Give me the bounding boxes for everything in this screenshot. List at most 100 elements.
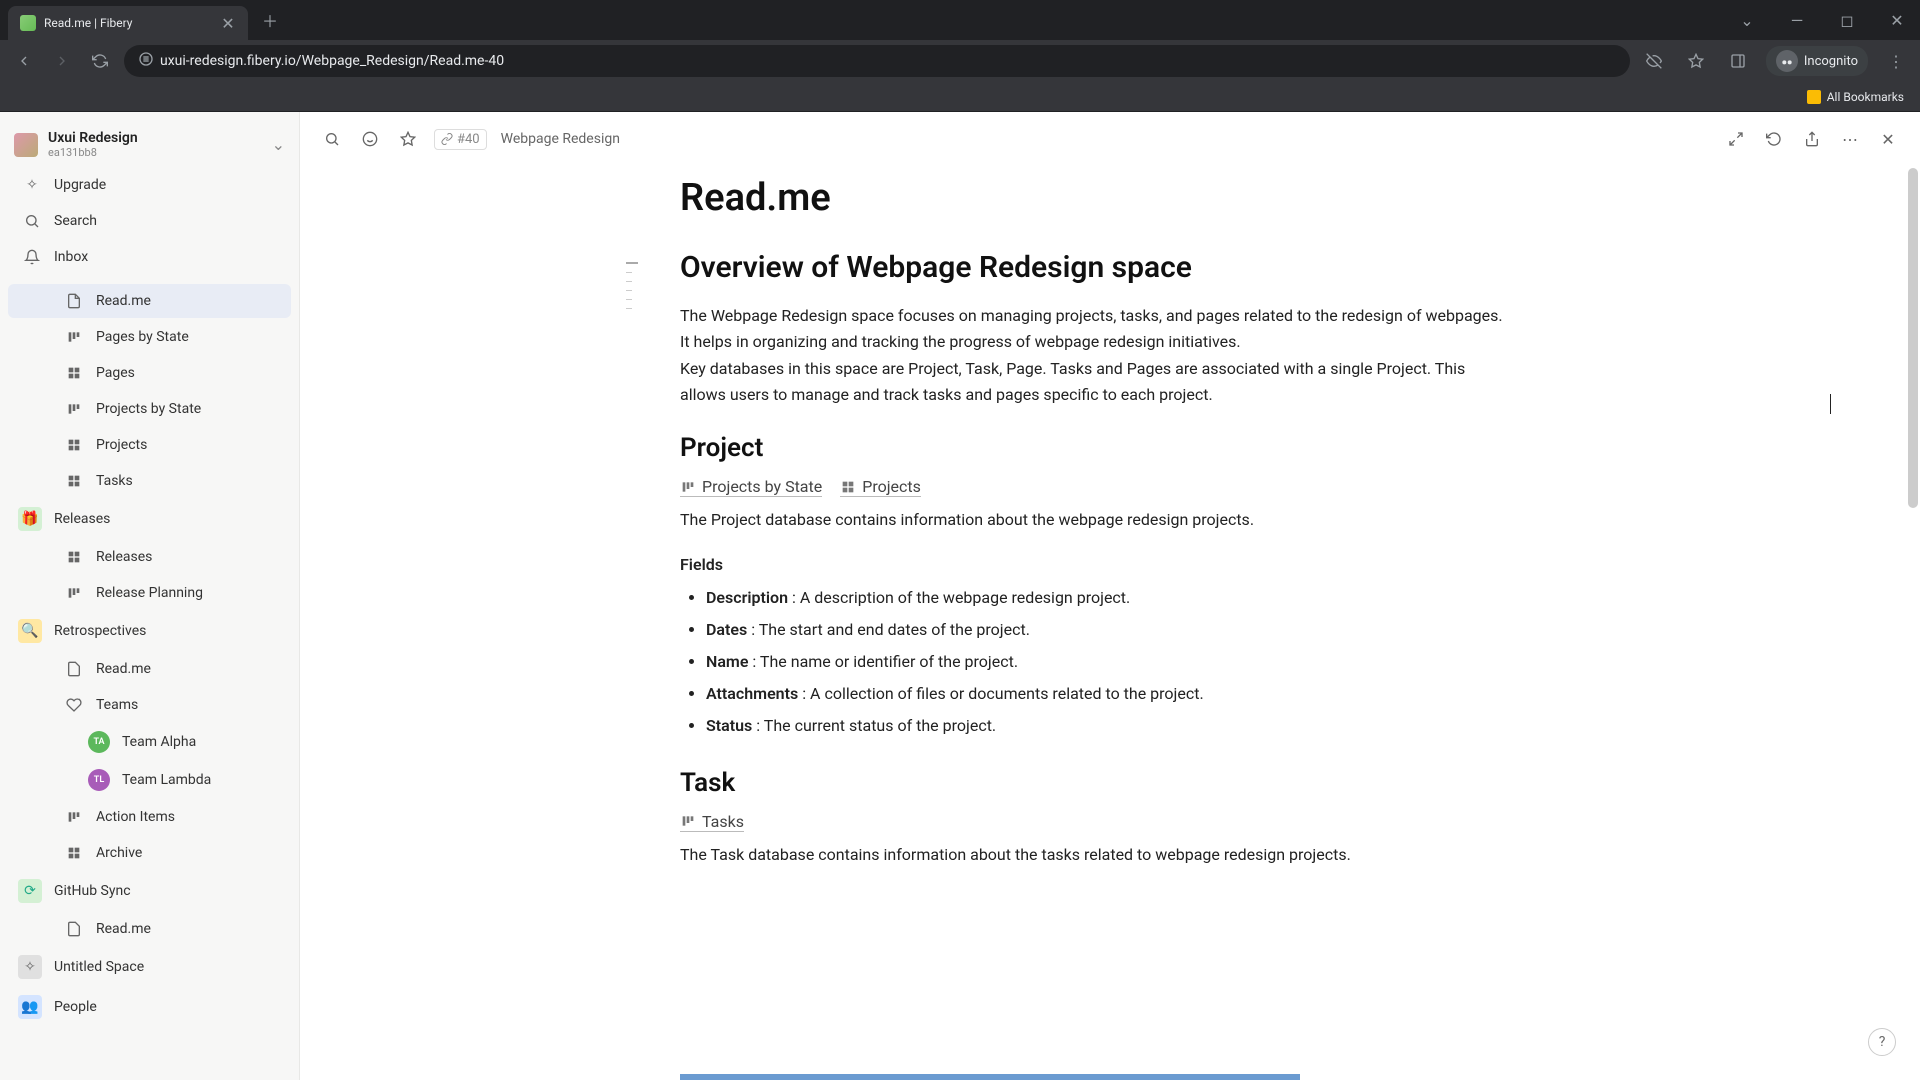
entity-id-badge[interactable]: #40 bbox=[434, 129, 487, 150]
sidebar-item-team-lambda[interactable]: TL Team Lambda bbox=[8, 762, 291, 798]
sidebar-item-label: Read.me bbox=[96, 661, 151, 677]
field-item: Attachments : A collection of files or d… bbox=[706, 678, 1510, 710]
sidebar-item-archive[interactable]: Archive bbox=[8, 836, 291, 870]
more-button[interactable]: ⋯ bbox=[1838, 127, 1862, 151]
outline-item[interactable] bbox=[626, 308, 632, 309]
back-button[interactable] bbox=[10, 47, 38, 75]
search-button[interactable] bbox=[320, 127, 344, 151]
outline-item[interactable] bbox=[626, 299, 632, 300]
eye-off-icon[interactable] bbox=[1640, 47, 1668, 75]
sidebar-space-github-sync[interactable]: ⟳ GitHub Sync bbox=[8, 872, 291, 910]
sidebar-space-retrospectives[interactable]: 🔍 Retrospectives bbox=[8, 612, 291, 650]
board-icon bbox=[64, 807, 84, 827]
scrollbar[interactable] bbox=[1908, 168, 1918, 508]
magnify-icon: 🔍 bbox=[18, 619, 42, 643]
doc-icon bbox=[64, 659, 84, 679]
link-projects-by-state[interactable]: Projects by State bbox=[680, 477, 822, 497]
close-tab-icon[interactable]: ✕ bbox=[220, 15, 236, 31]
incognito-badge[interactable]: Incognito bbox=[1766, 46, 1868, 76]
sidebar-item-releases[interactable]: Releases bbox=[8, 540, 291, 574]
link-tasks[interactable]: Tasks bbox=[680, 812, 744, 832]
url-bar[interactable]: uxui-redesign.fibery.io/Webpage_Redesign… bbox=[124, 45, 1630, 77]
sidebar-space-untitled[interactable]: ✧ Untitled Space bbox=[8, 948, 291, 986]
document-scroll[interactable]: Read.me Overview of Webpage Redesign spa… bbox=[300, 166, 1920, 1080]
tab-favicon-icon bbox=[20, 15, 36, 31]
outline-item[interactable] bbox=[626, 262, 638, 264]
browser-tab[interactable]: Read.me | Fibery ✕ bbox=[8, 6, 248, 40]
share-button[interactable] bbox=[1800, 127, 1824, 151]
doc-icon bbox=[64, 919, 84, 939]
sidebar-item-label: Pages by State bbox=[96, 329, 189, 345]
browser-menu-icon[interactable]: ⋮ bbox=[1882, 47, 1910, 75]
lock-icon bbox=[138, 51, 152, 71]
favorite-button[interactable] bbox=[396, 127, 420, 151]
reload-button[interactable] bbox=[86, 47, 114, 75]
sidebar-item-projects[interactable]: Projects bbox=[8, 428, 291, 462]
window-minimize-icon[interactable]: ― bbox=[1782, 11, 1812, 30]
paragraph: The Project database contains informatio… bbox=[680, 507, 1510, 533]
text-cursor bbox=[1830, 394, 1831, 414]
new-tab-button[interactable]: ＋ bbox=[256, 6, 284, 34]
page-title[interactable]: Read.me bbox=[680, 176, 1510, 220]
star-icon[interactable] bbox=[1682, 47, 1710, 75]
all-bookmarks-button[interactable]: All Bookmarks bbox=[1807, 90, 1904, 104]
window-close-icon[interactable]: ✕ bbox=[1882, 11, 1912, 30]
document-outline[interactable] bbox=[626, 262, 638, 309]
sidebar-item-label: Pages bbox=[96, 365, 135, 381]
workspace-switcher[interactable]: Uxui Redesign ea131bb8 ⌄ bbox=[0, 122, 299, 167]
sidebar-item-readme-retro[interactable]: Read.me bbox=[8, 652, 291, 686]
sidebar-item-label: Search bbox=[54, 213, 97, 229]
sidebar-item-label: Inbox bbox=[54, 249, 88, 265]
window-maximize-icon[interactable]: ◻ bbox=[1832, 11, 1862, 30]
emoji-button[interactable] bbox=[358, 127, 382, 151]
sidebar-item-teams[interactable]: Teams bbox=[8, 688, 291, 722]
heading-task: Task bbox=[680, 768, 1510, 798]
folder-icon bbox=[1807, 90, 1821, 104]
sidebar-item-readme-github[interactable]: Read.me bbox=[8, 912, 291, 946]
sidebar: Uxui Redesign ea131bb8 ⌄ ✧ Upgrade Searc… bbox=[0, 112, 300, 1080]
grid-icon bbox=[64, 471, 84, 491]
expand-button[interactable] bbox=[1724, 127, 1748, 151]
sidebar-search[interactable]: Search bbox=[8, 204, 291, 238]
close-button[interactable]: ✕ bbox=[1876, 127, 1900, 151]
sidebar-inbox[interactable]: Inbox bbox=[8, 240, 291, 274]
sidebar-item-label: Untitled Space bbox=[54, 959, 144, 975]
link-projects[interactable]: Projects bbox=[840, 477, 921, 497]
sidebar-item-label: GitHub Sync bbox=[54, 883, 131, 899]
history-button[interactable] bbox=[1762, 127, 1786, 151]
sidebar-item-action-items[interactable]: Action Items bbox=[8, 800, 291, 834]
sidebar-space-people[interactable]: 👥 People bbox=[8, 988, 291, 1026]
outline-item[interactable] bbox=[626, 281, 632, 282]
sidebar-item-label: Releases bbox=[96, 549, 152, 565]
sidebar-item-pages-by-state[interactable]: Pages by State bbox=[8, 320, 291, 354]
fields-heading: Fields bbox=[680, 555, 1510, 574]
incognito-label: Incognito bbox=[1804, 54, 1858, 69]
sidebar-space-releases[interactable]: 🎁 Releases bbox=[8, 500, 291, 538]
panel-icon[interactable] bbox=[1724, 47, 1752, 75]
sidebar-item-tasks[interactable]: Tasks bbox=[8, 464, 291, 498]
grid-icon bbox=[64, 843, 84, 863]
breadcrumb[interactable]: Webpage Redesign bbox=[501, 131, 620, 147]
heart-icon bbox=[64, 695, 84, 715]
tab-dropdown-icon[interactable]: ⌄ bbox=[1732, 11, 1762, 30]
sidebar-item-projects-by-state[interactable]: Projects by State bbox=[8, 392, 291, 426]
sidebar-item-team-alpha[interactable]: TA Team Alpha bbox=[8, 724, 291, 760]
grid-icon bbox=[64, 363, 84, 383]
sidebar-item-release-planning[interactable]: Release Planning bbox=[8, 576, 291, 610]
document-body[interactable]: Read.me Overview of Webpage Redesign spa… bbox=[680, 176, 1510, 868]
outline-item[interactable] bbox=[626, 290, 632, 291]
forward-button[interactable] bbox=[48, 47, 76, 75]
link-label: Tasks bbox=[702, 812, 744, 831]
sidebar-item-label: Projects bbox=[96, 437, 147, 453]
sidebar-item-pages[interactable]: Pages bbox=[8, 356, 291, 390]
sidebar-item-label: Read.me bbox=[96, 921, 151, 937]
outline-item[interactable] bbox=[626, 272, 632, 273]
sidebar-item-label: Action Items bbox=[96, 809, 175, 825]
sidebar-item-readme[interactable]: Read.me bbox=[8, 284, 291, 318]
sidebar-item-label: Upgrade bbox=[54, 177, 106, 193]
sync-icon: ⟳ bbox=[18, 879, 42, 903]
sidebar-upgrade[interactable]: ✧ Upgrade bbox=[8, 168, 291, 202]
help-button[interactable]: ? bbox=[1868, 1028, 1896, 1056]
field-item: Description : A description of the webpa… bbox=[706, 582, 1510, 614]
board-icon bbox=[64, 327, 84, 347]
